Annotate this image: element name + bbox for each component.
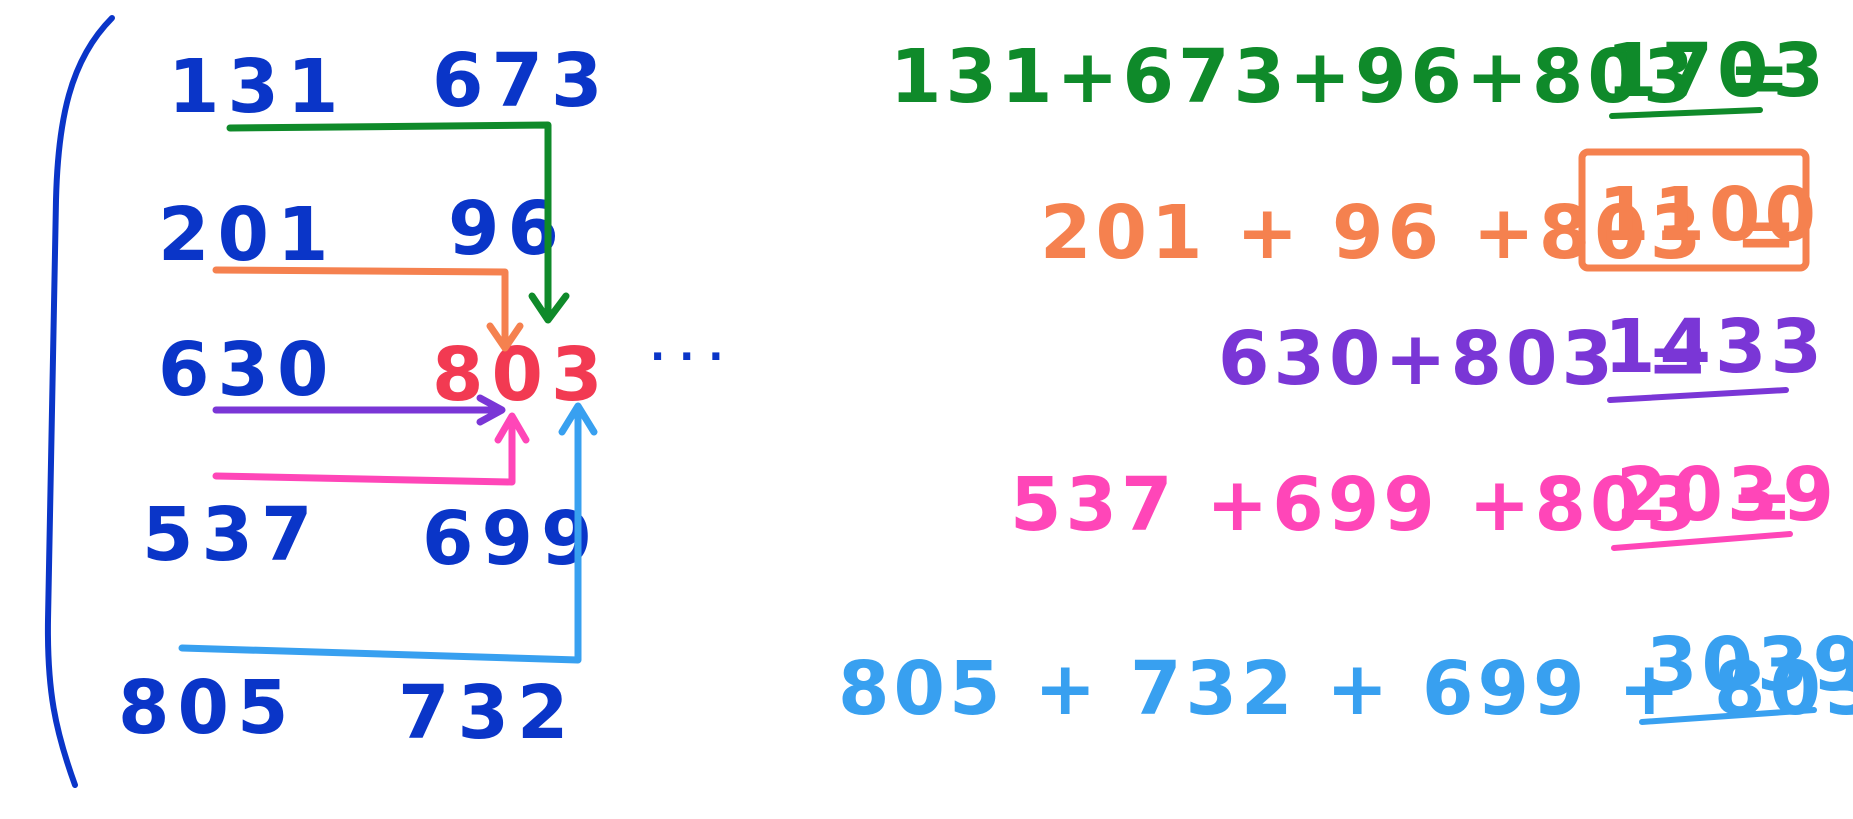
cell-r5-right: 732 [398, 670, 576, 756]
cell-r1-left: 131 [168, 44, 346, 130]
pink-path-arrow [212, 414, 516, 486]
equations: 131+673+96+803 = 1703 201 + 96 +803 = 11… [838, 28, 1853, 732]
path-sum-diagram: 131 673 201 96 630 803 537 699 805 732 .… [44, 15, 1853, 788]
cell-r4-left: 537 [142, 492, 320, 578]
cell-r3-left: 630 [158, 327, 336, 413]
equation-3-result: 1433 [1604, 304, 1826, 390]
cell-r2-left: 201 [158, 192, 336, 278]
cell-r1-right: 673 [432, 38, 610, 124]
equation-1-result: 1703 [1606, 28, 1828, 114]
cell-r3-right-target: 803 [432, 332, 610, 418]
ellipsis: . . . [650, 324, 723, 370]
equation-2-result: 1100 [1598, 172, 1820, 258]
equation-5-result: 3039 [1646, 622, 1853, 708]
cell-r4-right: 699 [422, 496, 600, 582]
cell-r5-left: 805 [118, 665, 296, 751]
matrix-bracket [44, 15, 115, 788]
equation-4-result: 2039 [1616, 452, 1838, 538]
